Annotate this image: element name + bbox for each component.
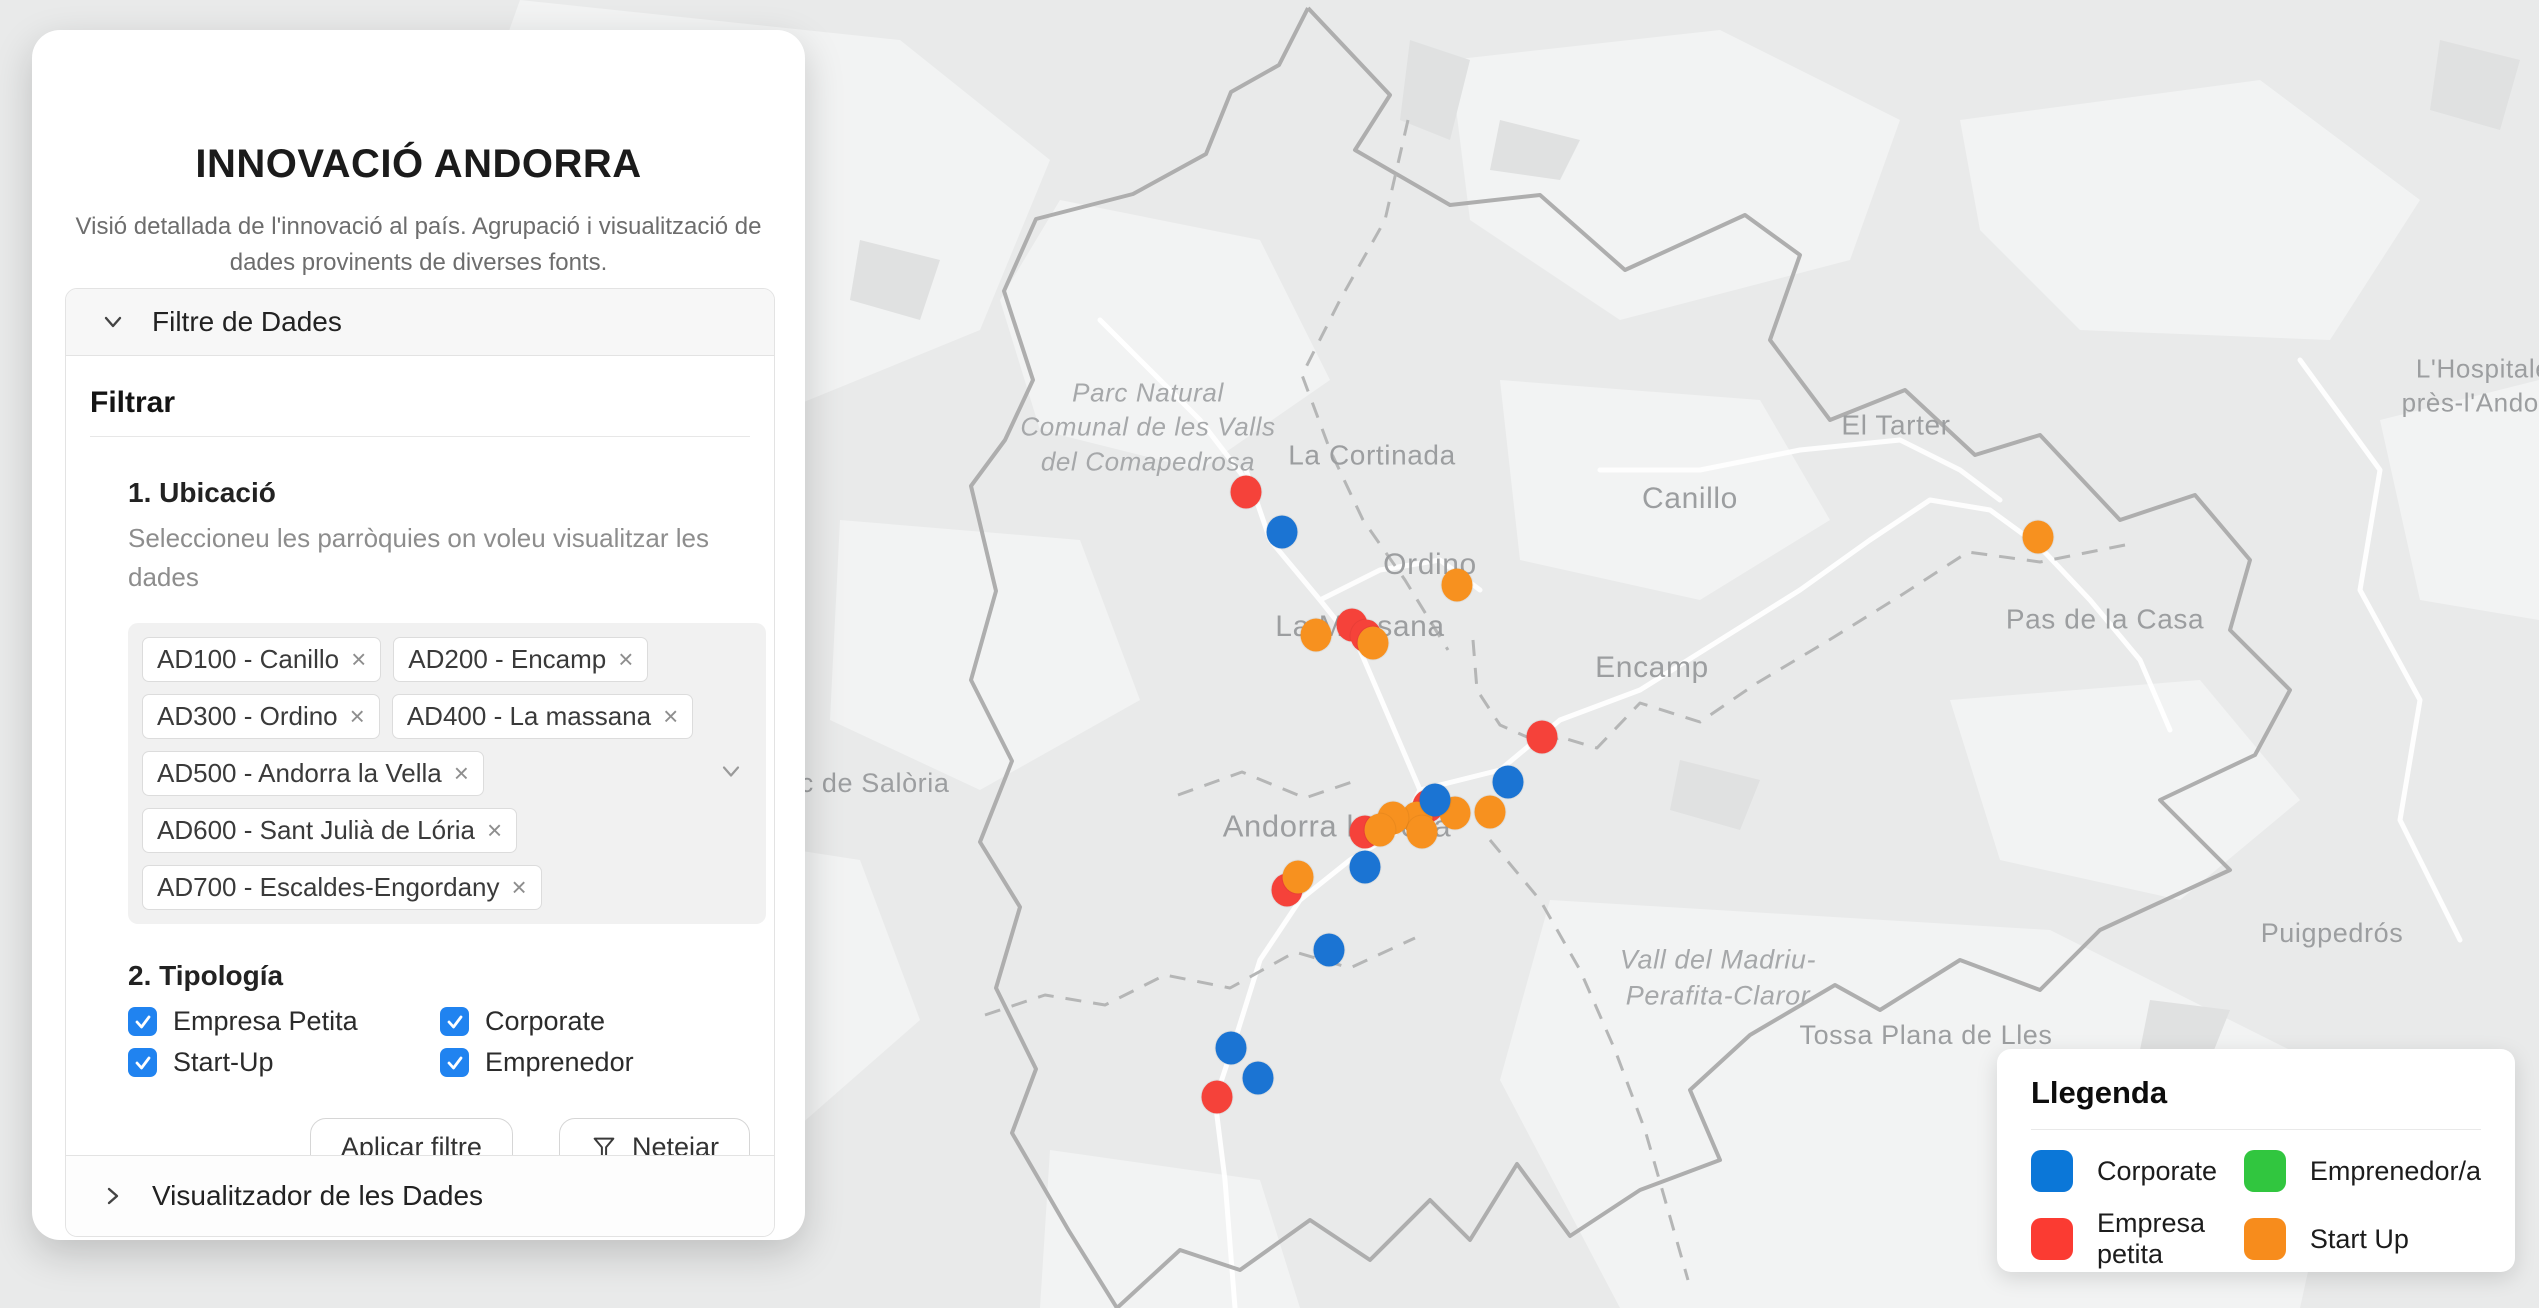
map-marker-start_up[interactable] bbox=[1358, 627, 1389, 660]
emprenedor-swatch-icon bbox=[2244, 1150, 2286, 1192]
chevron-down-icon bbox=[100, 309, 126, 335]
empresa-petita-swatch-icon bbox=[2031, 1218, 2073, 1260]
map-marker-start_up[interactable] bbox=[1365, 814, 1396, 847]
map-marker-corporate[interactable] bbox=[1314, 934, 1345, 967]
location-description: Seleccioneu les parròquies on voleu visu… bbox=[128, 519, 718, 597]
map-place-label: Vall del Madriu-Perafita-Claror bbox=[1620, 942, 1816, 1013]
map-marker-start_up[interactable] bbox=[2023, 521, 2054, 554]
parish-tag-label: AD500 - Andorra la Vella bbox=[157, 758, 442, 789]
remove-tag-icon[interactable]: × bbox=[454, 758, 469, 789]
remove-tag-icon[interactable]: × bbox=[350, 701, 365, 732]
accordion-header-viewer[interactable]: Visualitzador de les Dades bbox=[66, 1155, 774, 1236]
map-marker-empresa_petita[interactable] bbox=[1527, 721, 1558, 754]
legend-divider bbox=[2031, 1129, 2481, 1130]
page-subtitle: Visió detallada de l'innovació al país. … bbox=[57, 209, 781, 281]
typology-title: 2. Tipología bbox=[128, 960, 750, 992]
parish-tag[interactable]: AD500 - Andorra la Vella × bbox=[142, 751, 484, 796]
start-up-swatch-icon bbox=[2244, 1218, 2286, 1260]
map-place-label: La Cortinada bbox=[1288, 438, 1456, 475]
map-place-label: Canillo bbox=[1642, 479, 1738, 519]
legend-title: Llegenda bbox=[2031, 1075, 2481, 1111]
checkbox-emprenedor[interactable]: Emprenedor bbox=[440, 1047, 752, 1078]
legend-label: Emprenedor/a bbox=[2310, 1156, 2481, 1187]
checkbox-label: Empresa Petita bbox=[173, 1006, 358, 1037]
map-marker-corporate[interactable] bbox=[1493, 766, 1524, 799]
parish-tag-label: AD300 - Ordino bbox=[157, 701, 338, 732]
checkbox-label: Emprenedor bbox=[485, 1047, 634, 1078]
parish-multiselect[interactable]: AD100 - Canillo × AD200 - Encamp × AD300… bbox=[128, 623, 766, 924]
parish-tag[interactable]: AD600 - Sant Julià de Lória × bbox=[142, 808, 517, 853]
map-marker-corporate[interactable] bbox=[1350, 851, 1381, 884]
location-title: 1. Ubicació bbox=[128, 477, 750, 509]
legend-label: Empresa petita bbox=[2097, 1208, 2244, 1270]
checkbox-checked-icon[interactable] bbox=[128, 1007, 157, 1036]
map-legend: Llegenda Corporate Emprenedor/a Empresa … bbox=[1997, 1049, 2515, 1272]
legend-label: Corporate bbox=[2097, 1156, 2217, 1187]
map-marker-empresa_petita[interactable] bbox=[1231, 476, 1262, 509]
remove-tag-icon[interactable]: × bbox=[663, 701, 678, 732]
map-place-label: L'Hospitaletprès-l'Andorre bbox=[2402, 352, 2539, 421]
app-window: Parc NaturalComunal de les Vallsdel Coma… bbox=[0, 0, 2539, 1308]
checkbox-corporate[interactable]: Corporate bbox=[440, 1006, 752, 1037]
accordion-container: Filtre de Dades Filtrar 1. Ubicació Sele… bbox=[65, 288, 775, 1237]
map-marker-corporate[interactable] bbox=[1420, 784, 1451, 817]
parish-tag[interactable]: AD100 - Canillo × bbox=[142, 637, 381, 682]
filter-body: Filtrar 1. Ubicació Seleccioneu les parr… bbox=[66, 356, 774, 1177]
chevron-right-icon bbox=[100, 1183, 126, 1209]
checkbox-label: Start-Up bbox=[173, 1047, 274, 1078]
parish-tag[interactable]: AD700 - Escaldes-Engordany × bbox=[142, 865, 542, 910]
map-marker-corporate[interactable] bbox=[1267, 516, 1298, 549]
filter-section-title: Filtrar bbox=[90, 386, 750, 437]
legend-item-corporate: Corporate bbox=[2031, 1150, 2244, 1192]
map-marker-start_up[interactable] bbox=[1475, 796, 1506, 829]
map-marker-start_up[interactable] bbox=[1283, 861, 1314, 894]
filter-panel: INNOVACIÓ ANDORRA Visió detallada de l'i… bbox=[32, 30, 805, 1240]
parish-tag-label: AD400 - La massana bbox=[407, 701, 651, 732]
legend-items: Corporate Emprenedor/a Empresa petita St… bbox=[2031, 1150, 2481, 1270]
accordion-filter-label: Filtre de Dades bbox=[152, 306, 342, 338]
remove-tag-icon[interactable]: × bbox=[512, 872, 527, 903]
parish-tag-label: AD700 - Escaldes-Engordany bbox=[157, 872, 500, 903]
location-group: 1. Ubicació Seleccioneu les parròquies o… bbox=[128, 477, 750, 1177]
map-marker-corporate[interactable] bbox=[1243, 1062, 1274, 1095]
checkbox-checked-icon[interactable] bbox=[440, 1007, 469, 1036]
map-place-label: El Tarter bbox=[1841, 408, 1950, 445]
checkbox-checked-icon[interactable] bbox=[128, 1048, 157, 1077]
map-place-label: Puigpedrós bbox=[2261, 916, 2404, 952]
legend-item-start-up: Start Up bbox=[2244, 1208, 2481, 1270]
multiselect-chevron-down-icon[interactable] bbox=[716, 756, 746, 791]
legend-item-empresa-petita: Empresa petita bbox=[2031, 1208, 2244, 1270]
map-marker-corporate[interactable] bbox=[1216, 1032, 1247, 1065]
page-title: INNOVACIÓ ANDORRA bbox=[32, 142, 805, 187]
parish-tag-label: AD200 - Encamp bbox=[408, 644, 606, 675]
parish-tag-label: AD600 - Sant Julià de Lória bbox=[157, 815, 475, 846]
map-marker-start_up[interactable] bbox=[1407, 816, 1438, 849]
parish-tag[interactable]: AD300 - Ordino × bbox=[142, 694, 380, 739]
map-marker-empresa_petita[interactable] bbox=[1202, 1081, 1233, 1114]
remove-tag-icon[interactable]: × bbox=[618, 644, 633, 675]
parish-tag[interactable]: AD200 - Encamp × bbox=[393, 637, 648, 682]
remove-tag-icon[interactable]: × bbox=[351, 644, 366, 675]
map-place-label: Parc NaturalComunal de les Vallsdel Coma… bbox=[1020, 376, 1275, 479]
corporate-swatch-icon bbox=[2031, 1150, 2073, 1192]
accordion-header-filter[interactable]: Filtre de Dades bbox=[66, 289, 774, 356]
typology-options: Empresa Petita Corporate S bbox=[128, 1006, 750, 1078]
checkbox-empresa-petita[interactable]: Empresa Petita bbox=[128, 1006, 440, 1037]
map-marker-start_up[interactable] bbox=[1301, 619, 1332, 652]
checkbox-checked-icon[interactable] bbox=[440, 1048, 469, 1077]
remove-tag-icon[interactable]: × bbox=[487, 815, 502, 846]
legend-label: Start Up bbox=[2310, 1224, 2409, 1255]
parish-tag-label: AD100 - Canillo bbox=[157, 644, 339, 675]
map-place-label: Pas de la Casa bbox=[2006, 602, 2204, 639]
accordion-viewer-label: Visualitzador de les Dades bbox=[152, 1180, 483, 1212]
checkbox-label: Corporate bbox=[485, 1006, 605, 1037]
map-marker-start_up[interactable] bbox=[1442, 569, 1473, 602]
legend-item-emprenedor: Emprenedor/a bbox=[2244, 1150, 2481, 1192]
checkbox-start-up[interactable]: Start-Up bbox=[128, 1047, 440, 1078]
map-place-label: Encamp bbox=[1595, 648, 1709, 688]
parish-tag[interactable]: AD400 - La massana × bbox=[392, 694, 693, 739]
